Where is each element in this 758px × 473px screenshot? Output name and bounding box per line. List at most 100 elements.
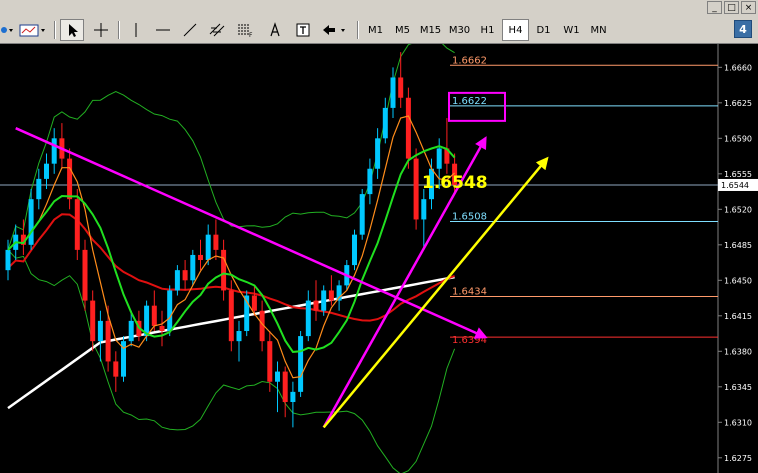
- text-icon: [270, 22, 280, 37]
- price-tick-label: 1.6660: [724, 63, 752, 72]
- timeframe-w1[interactable]: W1: [558, 19, 585, 41]
- candle-body: [359, 194, 365, 235]
- timeframe-m30[interactable]: M30: [446, 19, 473, 41]
- chart-properties-button[interactable]: [18, 19, 48, 41]
- candle-body: [321, 290, 327, 311]
- candle-body: [51, 138, 57, 164]
- candle-body: [90, 300, 96, 342]
- timeframe-h4[interactable]: H4: [502, 19, 529, 41]
- price-chart[interactable]: 1.6660 1.6625 1.6590 1.6555 1.6520 1.6485 1.64…: [0, 44, 758, 473]
- price-axis-background: [718, 44, 758, 473]
- price-tick-label: 1.6415: [724, 312, 752, 321]
- current-price-label: 1.6544: [721, 181, 749, 190]
- minimize-button[interactable]: _: [707, 1, 722, 14]
- timeframe-m15[interactable]: M15: [417, 19, 444, 41]
- chart-toolbar: F M1 M5 M15 M30 H1 H4 D1 W1 MN 4: [0, 17, 758, 44]
- price-tick-label: 1.6275: [724, 454, 752, 463]
- timeframe-m5[interactable]: M5: [389, 19, 416, 41]
- candle-body: [5, 249, 11, 271]
- equidistant-channel-button[interactable]: [205, 19, 229, 41]
- chart-mode-dropdown[interactable]: [0, 19, 14, 41]
- candle-body: [67, 158, 73, 200]
- candle-body: [190, 254, 196, 281]
- horizontal-line-icon: [156, 29, 170, 31]
- vertical-line-button[interactable]: [124, 19, 148, 41]
- candle-body: [167, 290, 173, 332]
- price-tick-label: 1.6590: [724, 134, 752, 143]
- candle-body: [313, 300, 319, 311]
- candle-body: [382, 107, 388, 139]
- candle-body: [375, 138, 381, 169]
- fib-level-label: 1.6622: [452, 96, 487, 107]
- candle-body: [221, 249, 227, 291]
- price-annotation: 1.6548: [422, 173, 488, 193]
- crosshair-icon: [94, 23, 108, 37]
- text-tool-button[interactable]: [263, 19, 287, 41]
- restore-button[interactable]: □: [724, 1, 739, 14]
- timeframe-m1[interactable]: M1: [362, 19, 389, 41]
- horizontal-line-button[interactable]: [151, 19, 175, 41]
- timeframe-d1[interactable]: D1: [530, 19, 557, 41]
- candle-body: [151, 305, 157, 326]
- cursor-arrow-icon: [69, 24, 78, 37]
- candle-body: [97, 320, 103, 342]
- candle-body: [82, 249, 88, 301]
- timeframe-mn[interactable]: MN: [585, 19, 612, 41]
- toolbar-separator: [54, 21, 56, 39]
- fibonacci-button[interactable]: F: [233, 19, 257, 41]
- arrows-dropdown-button[interactable]: [320, 19, 350, 41]
- text-label-button[interactable]: [291, 19, 315, 41]
- candle-body: [305, 300, 311, 337]
- toolbar-separator: [357, 21, 359, 39]
- candle-body: [282, 371, 288, 403]
- fibonacci-icon: F: [238, 24, 253, 38]
- fib-level-label: 1.6662: [452, 55, 487, 66]
- candle-body: [398, 77, 404, 98]
- window-controls: _ □ ×: [707, 1, 756, 14]
- trendline-icon: [183, 23, 197, 37]
- crosshair-button[interactable]: [89, 19, 113, 41]
- close-button[interactable]: ×: [741, 1, 756, 14]
- candle-body: [421, 199, 427, 220]
- price-tick-label: 1.6520: [724, 205, 752, 214]
- candle-body: [198, 254, 203, 261]
- window-number-badge[interactable]: 4: [734, 20, 752, 38]
- candle-body: [275, 371, 280, 382]
- fib-level-label: 1.6434: [452, 287, 487, 298]
- price-tick-label: 1.6345: [724, 383, 752, 392]
- timeframe-h1[interactable]: H1: [474, 19, 501, 41]
- candle-body: [74, 199, 80, 250]
- svg-text:F: F: [249, 32, 253, 38]
- candle-body: [413, 158, 419, 220]
- candle-body: [205, 234, 211, 261]
- price-tick-label: 1.6485: [724, 241, 752, 250]
- candle-body: [236, 331, 242, 342]
- price-tick-label: 1.6625: [724, 99, 752, 108]
- candle-body: [290, 391, 296, 403]
- price-tick-label: 1.6310: [724, 418, 752, 427]
- candle-body: [174, 270, 180, 291]
- candle-body: [228, 290, 234, 342]
- candle-body: [390, 77, 396, 108]
- fib-level-label: 1.6508: [452, 211, 487, 222]
- price-tick-label: 1.6450: [724, 276, 752, 285]
- chart-canvas[interactable]: 1.6660 1.6625 1.6590 1.6555 1.6520 1.6485 1.64…: [0, 44, 758, 473]
- candle-body: [36, 178, 42, 200]
- candle-body: [267, 341, 273, 382]
- candle-body: [182, 270, 188, 281]
- cursor-arrow-button[interactable]: [60, 19, 84, 41]
- candle-body: [44, 163, 49, 179]
- price-tick-label: 1.6555: [724, 170, 752, 179]
- candle-body: [405, 97, 411, 159]
- arrows-dropdown-icon: [323, 25, 345, 35]
- candle-body: [367, 168, 373, 195]
- candle-body: [105, 320, 111, 362]
- equidistant-channel-icon: [209, 23, 225, 37]
- price-tick-label: 1.6380: [724, 347, 752, 356]
- candle-body: [298, 336, 304, 392]
- candle-body: [436, 148, 442, 169]
- text-label-icon: [296, 23, 310, 37]
- candle-body: [328, 290, 334, 301]
- vertical-line-icon: [135, 23, 137, 37]
- trendline-button[interactable]: [178, 19, 202, 41]
